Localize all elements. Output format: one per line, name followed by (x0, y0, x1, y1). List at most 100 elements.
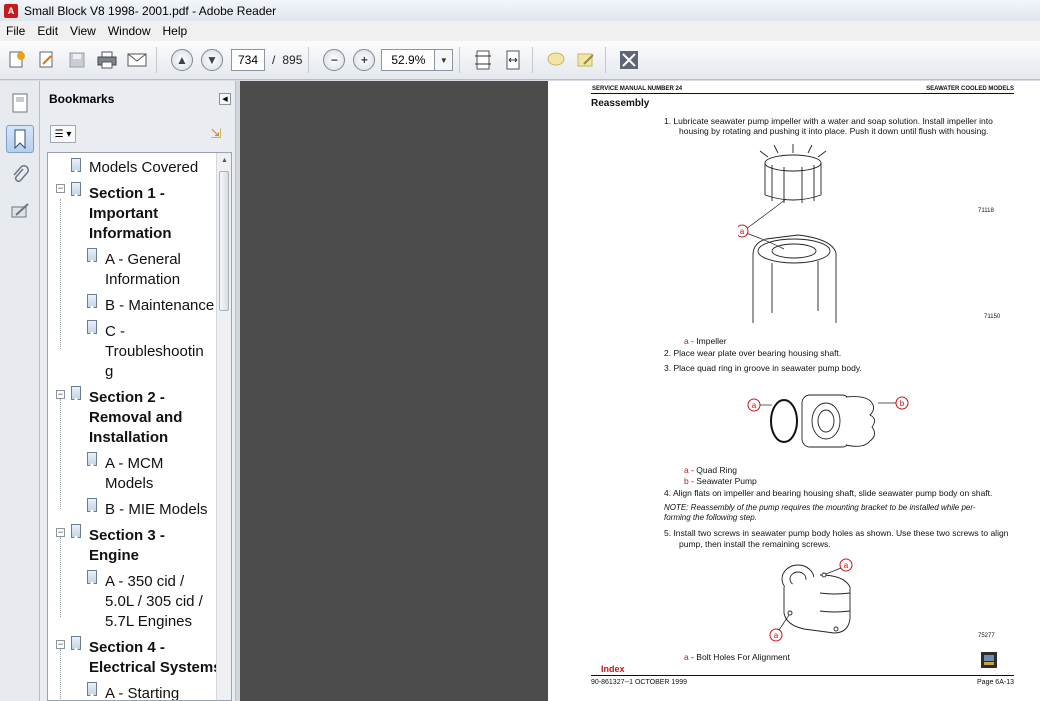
bookmark-section-3-line2[interactable]: Engine (89, 546, 139, 566)
figure-number-1b: 71150 (984, 314, 1001, 320)
bookmark-2a-line2[interactable]: Models (105, 474, 153, 494)
bookmark-icon (87, 294, 97, 308)
section-heading: Reassembly (591, 98, 650, 109)
zoom-out-button[interactable]: − (323, 49, 346, 71)
legend-2a: a - Quad Ring (684, 465, 737, 475)
step-3: 3. Place quad ring in groove in seawater… (664, 363, 862, 373)
bookmark-section-4-line2[interactable]: Electrical Systems (89, 658, 222, 678)
bookmark-section-4[interactable]: Section 4 - (89, 638, 165, 658)
bookmark-section-1-line2[interactable]: Important (89, 204, 158, 224)
collapse-toggle[interactable]: − (56, 528, 65, 537)
page-header-right: SEAWATER COOLED MODELS (926, 86, 1014, 92)
legend-2b: b - Seawater Pump (684, 476, 757, 486)
callout-a: a (740, 227, 745, 236)
step-4: 4. Align flats on impeller and bearing h… (664, 488, 993, 498)
bookmark-1a[interactable]: A - General (105, 250, 181, 270)
expand-bookmark-icon[interactable]: ⇲ (207, 125, 225, 143)
pump-body-figure: a b (747, 394, 909, 448)
scroll-up-icon[interactable]: ▲ (217, 153, 231, 168)
bookmark-icon (87, 498, 97, 512)
tree-line (60, 199, 61, 349)
fit-width-icon[interactable] (500, 47, 526, 73)
bookmark-section-2-line3[interactable]: Installation (89, 428, 168, 448)
email-icon[interactable] (124, 47, 150, 73)
edit-pdf-icon[interactable] (34, 47, 60, 73)
footer-rule (591, 675, 1014, 676)
menu-help[interactable]: Help (157, 24, 194, 38)
collapse-panel-button[interactable]: ◀ (219, 93, 231, 105)
zoom-dropdown-button[interactable]: ▼ (435, 49, 454, 71)
scrollbar-thumb[interactable] (219, 171, 229, 311)
toolbar-separator (605, 47, 607, 73)
bookmark-options-button[interactable]: ☰ ▾ (50, 125, 76, 143)
tree-line (60, 399, 61, 509)
page-total: 895 (282, 53, 303, 67)
zoom-input[interactable]: 52.9% (381, 49, 436, 71)
bookmark-1b[interactable]: B - Maintenance (105, 296, 214, 316)
footer-left: 90-861327--1 OCTOBER 1999 (591, 679, 687, 686)
bookmark-icon (87, 570, 97, 584)
footer-right: Page 6A-13 (977, 679, 1014, 686)
header-rule (591, 93, 1014, 94)
menu-edit[interactable]: Edit (31, 24, 64, 38)
zoom-in-button[interactable]: + (353, 49, 376, 71)
tree-line (60, 649, 61, 700)
menu-view[interactable]: View (64, 24, 102, 38)
bookmark-section-1-line3[interactable]: Information (89, 224, 172, 244)
bookmark-models-covered[interactable]: Models Covered (89, 158, 198, 178)
fit-page-icon[interactable] (470, 47, 496, 73)
bookmarks-scrollbar[interactable]: ▲ (216, 153, 231, 700)
bookmark-1c-line2[interactable]: Troubleshootin (105, 342, 204, 362)
impeller-figure: a (738, 144, 837, 323)
note-line2: forming the following step. (664, 513, 757, 522)
bookmark-icon (87, 248, 97, 262)
callout-b: b (900, 399, 905, 408)
bookmark-1c-line3[interactable]: g (105, 362, 113, 382)
menu-bar: File Edit View Window Help (0, 21, 1040, 41)
figure-number-3: 75277 (978, 633, 995, 639)
next-page-button[interactable]: ▼ (201, 49, 223, 71)
bookmark-section-2-line2[interactable]: Removal and (89, 408, 182, 428)
bookmarks-icon[interactable] (6, 125, 34, 153)
bookmark-3a-line2[interactable]: 5.0L / 305 cid / (105, 592, 203, 612)
bookmarks-tree: Models Covered − Section 1 - Important I… (47, 152, 232, 701)
bookmark-1a-line2[interactable]: Information (105, 270, 180, 290)
pdf-icon: A (4, 3, 18, 18)
menu-window[interactable]: Window (102, 24, 157, 38)
toolbar-separator (308, 47, 310, 73)
page-thumbnails-icon[interactable] (6, 89, 34, 117)
bookmark-section-1[interactable]: Section 1 - (89, 184, 165, 204)
attachments-icon[interactable] (6, 161, 34, 189)
collapse-toggle[interactable]: − (56, 390, 65, 399)
callout-a: a (752, 401, 757, 410)
previous-page-button[interactable]: ▲ (171, 49, 193, 71)
bookmark-2b[interactable]: B - MIE Models (105, 500, 208, 520)
collapse-toggle[interactable]: − (56, 640, 65, 649)
bookmark-4a[interactable]: A - Starting (105, 684, 179, 700)
bookmark-section-2[interactable]: Section 2 - (89, 388, 165, 408)
toolbar-separator (156, 47, 157, 73)
index-link[interactable]: Index (601, 664, 625, 674)
bookmarks-header: Bookmarks (49, 92, 115, 106)
bookmark-section-3[interactable]: Section 3 - (89, 526, 165, 546)
collapse-toggle[interactable]: − (56, 184, 65, 193)
bolt-holes-figure: a a (769, 558, 853, 642)
bookmark-icon (87, 320, 97, 334)
service-logo-icon (981, 652, 997, 668)
callout-a: a (774, 631, 779, 640)
sign-icon[interactable] (573, 47, 599, 73)
bookmark-2a[interactable]: A - MCM (105, 454, 163, 474)
page-number-input[interactable]: 734 (231, 49, 265, 71)
bookmark-3a[interactable]: A - 350 cid / (105, 572, 184, 592)
create-pdf-icon[interactable] (4, 47, 30, 73)
bookmark-icon (87, 682, 97, 696)
comment-icon[interactable] (543, 47, 569, 73)
menu-file[interactable]: File (0, 24, 31, 38)
save-icon[interactable] (64, 47, 90, 73)
full-screen-icon[interactable] (616, 47, 642, 73)
bookmark-3a-line3[interactable]: 5.7L Engines (105, 612, 192, 632)
bookmark-1c[interactable]: C - (105, 322, 125, 342)
legend-1: a - Impeller (684, 336, 727, 346)
print-icon[interactable] (94, 47, 120, 73)
signatures-icon[interactable] (6, 197, 34, 225)
